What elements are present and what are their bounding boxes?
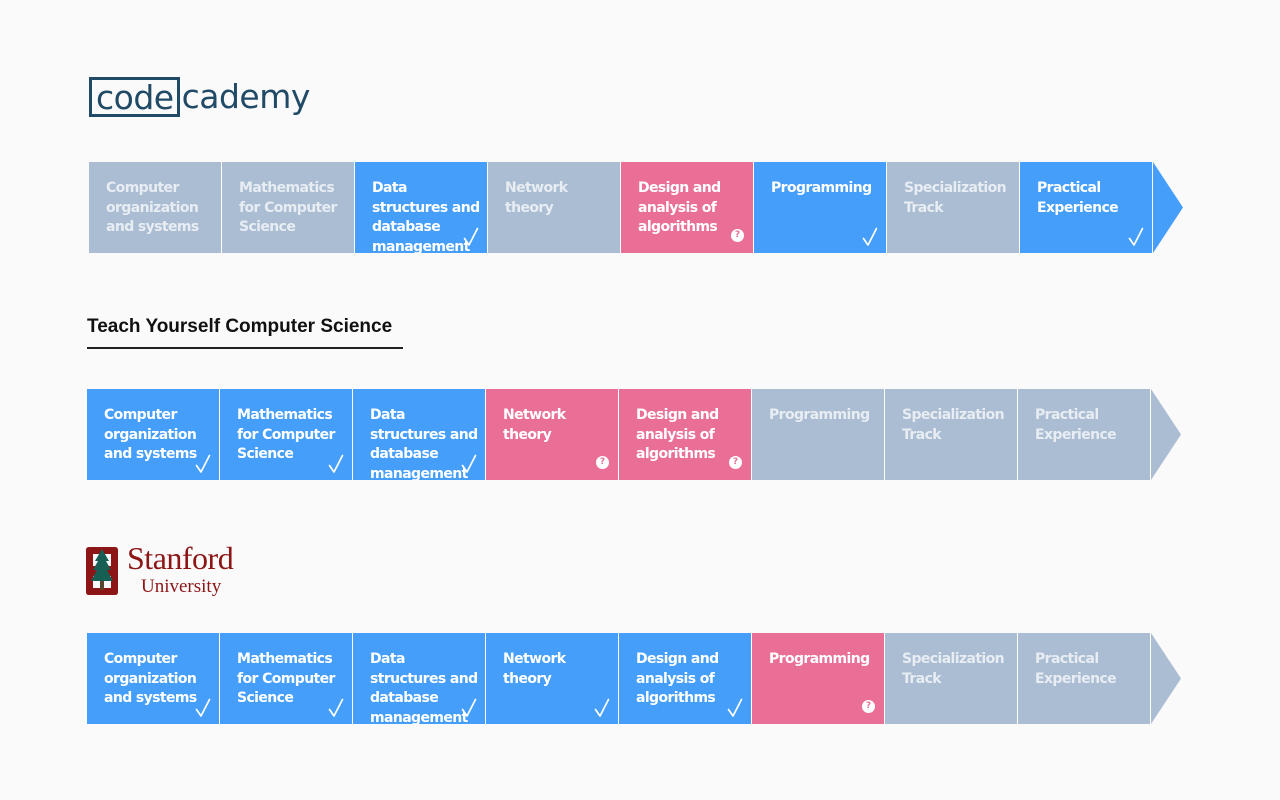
step-label: Practical Experience [1035, 651, 1117, 687]
step-design-and-analysis-of-algorithms: Design and analysis of algorithms? [621, 162, 754, 253]
step-programming: Programming? [752, 633, 885, 724]
step-label: Programming [769, 651, 870, 667]
step-specialization-track: Specialization Track [885, 389, 1018, 480]
step-label: Programming [771, 180, 872, 196]
step-computer-organization-and-systems: Computer organization and systems [89, 162, 222, 253]
stanford-name: Stanford [127, 540, 234, 576]
step-specialization-track: Specialization Track [887, 162, 1020, 253]
question-mark-icon: ? [731, 229, 744, 242]
checkmark-icon [727, 698, 743, 717]
step-label: Practical Experience [1035, 407, 1117, 443]
step-computer-organization-and-systems: Computer organization and systems [87, 389, 220, 480]
step-network-theory: Network theory [488, 162, 621, 253]
checkmark-icon [463, 227, 479, 246]
question-mark-icon: ? [729, 456, 742, 469]
codecademy-logo-text: cademy [181, 77, 311, 116]
question-mark-icon: ? [596, 456, 609, 469]
step-data-structures-and-database-management: Data structures and database management [353, 389, 486, 482]
checkmark-icon [461, 698, 477, 717]
stanford-roadmap: Computer organization and systems Mathema… [87, 633, 1181, 726]
step-label: Network theory [505, 180, 568, 216]
step-label: Specialization Track [902, 651, 1005, 687]
step-label: Computer organization and systems [106, 180, 199, 235]
step-label: Specialization Track [902, 407, 1005, 443]
stanford-tree-seal-icon [86, 547, 118, 595]
step-programming: Programming [752, 389, 885, 480]
checkmark-icon [594, 698, 610, 717]
checkmark-icon [195, 698, 211, 717]
step-practical-experience: Practical Experience [1020, 162, 1153, 253]
step-mathematics-for-computer-science: Mathematics for Computer Science [222, 162, 355, 253]
question-mark-icon: ? [862, 700, 875, 713]
arrow-tip-icon [1151, 633, 1181, 724]
step-network-theory: Network theory? [486, 389, 619, 480]
codecademy-roadmap: Computer organization and systems Mathema… [89, 162, 1183, 255]
codecademy-logo: code cademy [89, 74, 310, 120]
step-label: Practical Experience [1037, 180, 1119, 216]
stanford-university: University [141, 576, 222, 597]
step-label: Mathematics for Computer Science [239, 180, 337, 235]
step-label: Network theory [503, 407, 566, 443]
step-computer-organization-and-systems: Computer organization and systems [87, 633, 220, 724]
step-design-and-analysis-of-algorithms: Design and analysis of algorithms? [619, 389, 752, 480]
checkmark-icon [1128, 227, 1144, 246]
step-data-structures-and-database-management: Data structures and database management [353, 633, 486, 726]
step-design-and-analysis-of-algorithms: Design and analysis of algorithms [619, 633, 752, 724]
codecademy-logo-box: code [89, 77, 180, 117]
step-specialization-track: Specialization Track [885, 633, 1018, 724]
step-label: Programming [769, 407, 870, 423]
step-label: Specialization Track [904, 180, 1007, 216]
checkmark-icon [328, 454, 344, 473]
step-mathematics-for-computer-science: Mathematics for Computer Science [220, 389, 353, 480]
step-practical-experience: Practical Experience [1018, 389, 1151, 480]
teach-yourself-title: Teach Yourself Computer Science [87, 316, 393, 337]
step-label: Design and analysis of algorithms [638, 180, 721, 235]
checkmark-icon [195, 454, 211, 473]
step-data-structures-and-database-management: Data structures and database management [355, 162, 488, 255]
step-mathematics-for-computer-science: Mathematics for Computer Science [220, 633, 353, 724]
step-programming: Programming [754, 162, 887, 253]
checkmark-icon [461, 454, 477, 473]
title-underline [87, 347, 403, 349]
step-label: Design and analysis of algorithms [636, 407, 719, 462]
checkmark-icon [328, 698, 344, 717]
step-practical-experience: Practical Experience [1018, 633, 1151, 724]
teach-yourself-roadmap: Computer organization and systems Mathema… [87, 389, 1181, 482]
checkmark-icon [862, 227, 878, 246]
step-network-theory: Network theory [486, 633, 619, 724]
arrow-tip-icon [1153, 162, 1183, 253]
arrow-tip-icon [1151, 389, 1181, 480]
step-label: Network theory [503, 651, 566, 687]
